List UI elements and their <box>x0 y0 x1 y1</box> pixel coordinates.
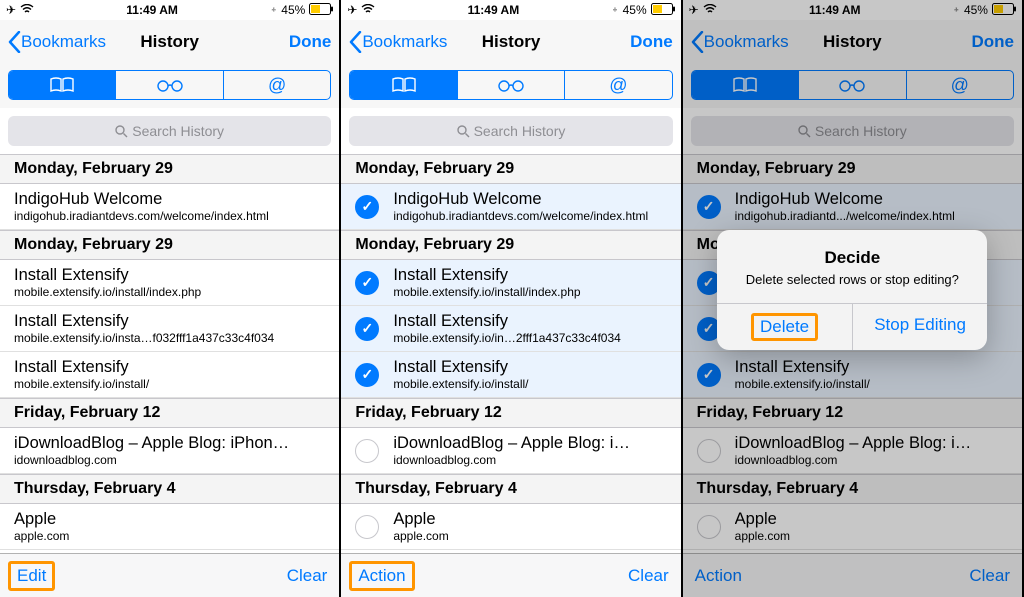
nav-bar: Bookmarks History Done <box>341 20 680 64</box>
section-header: Friday, February 12 <box>0 398 339 428</box>
clear-button[interactable]: Clear <box>628 566 669 586</box>
back-label: Bookmarks <box>21 32 106 52</box>
checkbox-icon[interactable] <box>355 271 379 295</box>
history-row[interactable]: IndigoHub Welcomeindigohub.iradiantdevs.… <box>341 184 680 230</box>
battery-icon <box>309 3 333 18</box>
done-button[interactable]: Done <box>630 32 673 52</box>
glasses-icon <box>494 76 528 94</box>
section-header: Monday, February 29 <box>341 230 680 260</box>
battery-percent: 45% <box>623 3 647 17</box>
checkbox-icon[interactable] <box>355 515 379 539</box>
alert-message: Delete selected rows or stop editing? <box>733 272 971 287</box>
history-row[interactable]: Install Extensifymobile.extensify.io/ins… <box>0 260 339 306</box>
status-bar: ✈︎ 11:49 AM ᛭ 45% <box>341 0 680 20</box>
history-row[interactable]: Appleapple.com <box>0 504 339 550</box>
history-row[interactable]: Appleapple.com <box>341 504 680 550</box>
screen-3: ✈︎ 11:49 AM ᛭45% Bookmarks History Done … <box>683 0 1024 597</box>
screen-2: ✈︎ 11:49 AM ᛭45% Bookmarks History Done … <box>341 0 682 597</box>
checkbox-icon[interactable] <box>355 195 379 219</box>
nav-bar: Bookmarks History Done <box>0 20 339 64</box>
back-button[interactable]: Bookmarks <box>349 31 447 53</box>
history-row[interactable]: Install Extensifymobile.extensify.io/in…… <box>341 306 680 352</box>
wifi-icon <box>20 3 34 17</box>
edit-button[interactable]: Edit <box>8 561 55 591</box>
toolbar: Edit Clear <box>0 553 339 597</box>
tab-shared-links[interactable]: @ <box>565 71 671 99</box>
tab-shared-links[interactable]: @ <box>224 71 330 99</box>
alert-title: Decide <box>733 248 971 268</box>
history-list: Monday, February 29 IndigoHub Welcomeind… <box>0 154 339 553</box>
chevron-left-icon <box>8 31 21 53</box>
status-bar: ✈︎ 11:49 AM ᛭ 45% <box>0 0 339 20</box>
clear-button[interactable]: Clear <box>287 566 328 586</box>
search-placeholder: Search History <box>132 123 224 139</box>
search-input[interactable]: Search History <box>8 116 331 146</box>
alert-delete-label: Delete <box>751 313 818 341</box>
chevron-left-icon <box>349 31 362 53</box>
wifi-icon <box>361 3 375 17</box>
history-row[interactable]: iDownloadBlog – Apple Blog: i…idownloadb… <box>341 428 680 474</box>
battery-icon <box>651 3 675 18</box>
alert-delete-button[interactable]: Delete <box>717 304 852 350</box>
section-header: Thursday, February 4 <box>341 474 680 504</box>
at-icon: @ <box>609 75 627 96</box>
history-row[interactable]: IndigoHub Welcomeindigohub.iradiantdevs.… <box>0 184 339 230</box>
done-button[interactable]: Done <box>289 32 332 52</box>
toolbar: Action Clear <box>341 553 680 597</box>
tab-reading-list[interactable] <box>116 71 223 99</box>
history-row[interactable]: Install Extensifymobile.extensify.io/ins… <box>0 352 339 398</box>
action-button[interactable]: Action <box>349 561 414 591</box>
bluetooth-icon: ᛭ <box>270 3 277 17</box>
section-header: Monday, February 29 <box>0 230 339 260</box>
tab-bookmarks[interactable] <box>9 71 116 99</box>
search-input[interactable]: Search History <box>349 116 672 146</box>
status-time: 11:49 AM <box>126 3 178 17</box>
status-time: 11:49 AM <box>468 3 520 17</box>
section-header: Friday, February 12 <box>341 398 680 428</box>
section-header: Monday, February 29 <box>341 154 680 184</box>
airplane-mode-icon: ✈︎ <box>6 3 16 17</box>
screen-1: ✈︎ 11:49 AM ᛭ 45% Bookmarks History Done… <box>0 0 341 597</box>
bluetooth-icon: ᛭ <box>611 3 618 17</box>
decide-alert: Decide Delete selected rows or stop edit… <box>717 230 987 350</box>
search-placeholder: Search History <box>474 123 566 139</box>
history-row[interactable]: iDownloadBlog – Apple Blog: iPhon…idownl… <box>0 428 339 474</box>
book-icon <box>48 76 76 94</box>
section-header: Thursday, February 4 <box>0 474 339 504</box>
history-row[interactable]: Install Extensifymobile.extensify.io/ins… <box>341 352 680 398</box>
alert-stop-editing-button[interactable]: Stop Editing <box>852 304 988 350</box>
at-icon: @ <box>268 75 286 96</box>
history-row[interactable]: Install Extensifymobile.extensify.io/ins… <box>0 306 339 352</box>
search-icon <box>115 125 128 138</box>
tab-reading-list[interactable] <box>458 71 565 99</box>
section-header: Monday, February 29 <box>0 154 339 184</box>
tab-bookmarks[interactable] <box>350 71 457 99</box>
book-icon <box>390 76 418 94</box>
checkbox-icon[interactable] <box>355 317 379 341</box>
modal-overlay: Decide Delete selected rows or stop edit… <box>683 0 1022 597</box>
glasses-icon <box>153 76 187 94</box>
checkbox-icon[interactable] <box>355 439 379 463</box>
history-list: Monday, February 29 IndigoHub Welcomeind… <box>341 154 680 553</box>
history-row[interactable]: Install Extensifymobile.extensify.io/ins… <box>341 260 680 306</box>
search-icon <box>457 125 470 138</box>
back-label: Bookmarks <box>362 32 447 52</box>
airplane-mode-icon: ✈︎ <box>347 3 357 17</box>
checkbox-icon[interactable] <box>355 363 379 387</box>
battery-percent: 45% <box>281 3 305 17</box>
back-button[interactable]: Bookmarks <box>8 31 106 53</box>
